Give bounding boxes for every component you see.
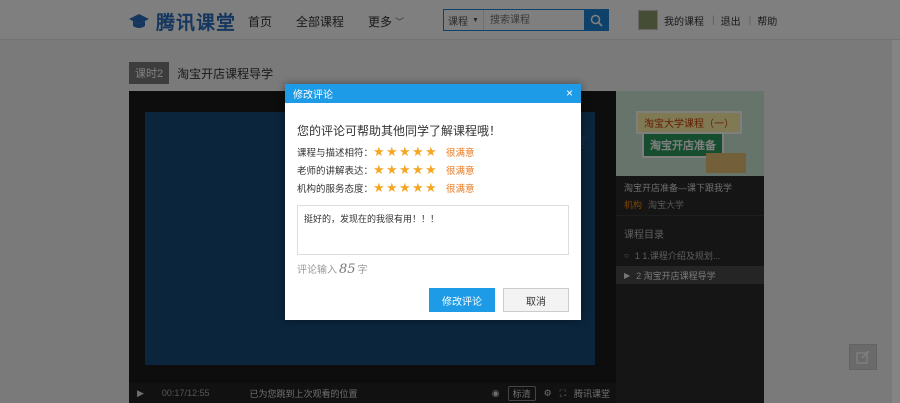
- page-scrollbar[interactable]: [892, 40, 900, 403]
- star-icon[interactable]: ★: [386, 145, 399, 159]
- cancel-button[interactable]: 取消: [503, 288, 569, 312]
- rating-row: 机构的服务态度： ★ ★ ★ ★ ★ 很满意: [297, 181, 475, 196]
- char-count-prefix: 评论输入: [297, 265, 337, 276]
- star-icon[interactable]: ★: [412, 145, 425, 159]
- comment-textarea[interactable]: 挺好的，发现在的我很有用！！！: [297, 205, 569, 255]
- rating-label: 机构的服务态度：: [297, 184, 374, 195]
- star-icon[interactable]: ★: [386, 163, 399, 177]
- rating-word: 很满意: [446, 184, 475, 195]
- rating-word: 很满意: [446, 166, 475, 177]
- star-rating[interactable]: ★ ★ ★ ★ ★: [373, 181, 438, 195]
- rating-word: 很满意: [446, 148, 475, 159]
- star-icon[interactable]: ★: [373, 163, 386, 177]
- star-rating[interactable]: ★ ★ ★ ★ ★: [373, 163, 438, 177]
- rating-label: 老师的讲解表达：: [297, 166, 374, 177]
- star-icon[interactable]: ★: [399, 163, 412, 177]
- star-icon[interactable]: ★: [373, 181, 386, 195]
- star-icon[interactable]: ★: [425, 163, 438, 177]
- dialog-title: 修改评论: [293, 90, 333, 101]
- edit-comment-dialog: 修改评论 × 您的评论可帮助其他同学了解课程哦！ 课程与描述相符： ★ ★ ★ ★ ★ …: [285, 84, 581, 320]
- star-icon[interactable]: ★: [425, 145, 438, 159]
- star-icon[interactable]: ★: [425, 181, 438, 195]
- star-rating[interactable]: ★ ★ ★ ★ ★: [373, 145, 438, 159]
- star-icon[interactable]: ★: [412, 181, 425, 195]
- star-icon[interactable]: ★: [373, 145, 386, 159]
- close-icon[interactable]: ×: [566, 86, 573, 100]
- dialog-prompt: 您的评论可帮助其他同学了解课程哦！: [297, 124, 502, 138]
- char-count: 评论输入 85 字: [297, 261, 368, 277]
- dialog-header: 修改评论 ×: [285, 84, 581, 103]
- star-icon[interactable]: ★: [386, 181, 399, 195]
- char-count-suffix: 字: [357, 265, 368, 276]
- submit-comment-button[interactable]: 修改评论: [429, 288, 495, 312]
- star-icon[interactable]: ★: [399, 181, 412, 195]
- char-count-number: 85: [339, 262, 356, 277]
- star-icon[interactable]: ★: [399, 145, 412, 159]
- rating-row: 课程与描述相符： ★ ★ ★ ★ ★ 很满意: [297, 145, 475, 160]
- rating-row: 老师的讲解表达： ★ ★ ★ ★ ★ 很满意: [297, 163, 475, 178]
- star-icon[interactable]: ★: [412, 163, 425, 177]
- rating-label: 课程与描述相符：: [297, 148, 374, 159]
